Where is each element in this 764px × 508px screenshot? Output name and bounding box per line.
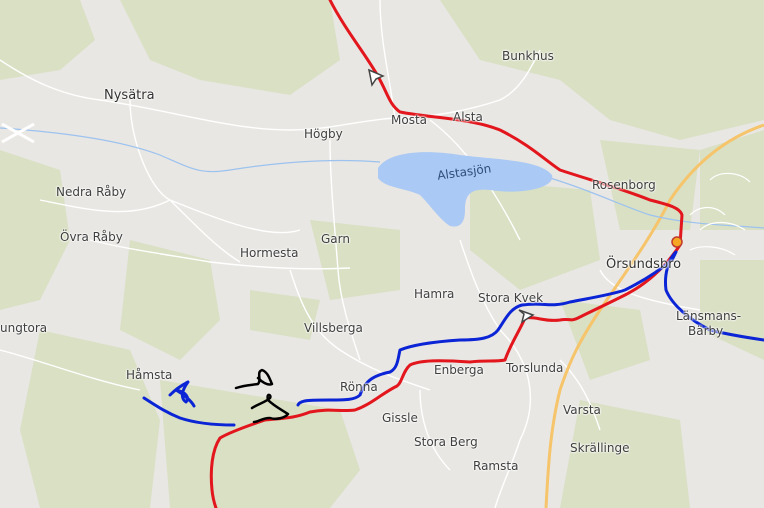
label-skrallinge: Skrällinge xyxy=(570,441,630,455)
label-ramsta: Ramsta xyxy=(473,459,519,473)
label-gissle: Gissle xyxy=(382,411,418,425)
label-hamsta: Håmsta xyxy=(126,368,173,382)
label-stora-kvek: Stora Kvek xyxy=(478,291,544,305)
label-ronna: Rönna xyxy=(340,380,378,394)
label-villsberga: Villsberga xyxy=(304,321,363,335)
label-alsta: Alsta xyxy=(453,110,483,124)
label-varsta: Varsta xyxy=(563,403,601,417)
map-canvas[interactable]: Nysätra Högby Mosta Alsta Bunkhus Alstas… xyxy=(0,0,764,508)
label-hamra: Hamra xyxy=(414,287,455,301)
label-enberga: Enberga xyxy=(434,363,484,377)
label-garn: Garn xyxy=(321,232,350,246)
label-nedra-raby: Nedra Råby xyxy=(56,185,127,199)
label-rosenborg: Rosenborg xyxy=(592,178,656,192)
label-bunkhus: Bunkhus xyxy=(502,49,554,63)
label-nysatra: Nysätra xyxy=(104,88,155,103)
label-mosta: Mosta xyxy=(391,113,428,127)
map-layer xyxy=(0,0,764,508)
town-marker-icon xyxy=(671,236,683,248)
label-barby: Bärby xyxy=(688,324,724,338)
direction-arrow-icon xyxy=(518,309,535,324)
label-torslunda: Torslunda xyxy=(506,361,564,375)
label-lansmans: Länsmans- xyxy=(676,309,742,323)
label-hormesta: Hormesta xyxy=(240,246,299,260)
label-orsundsbro: Örsundsbro xyxy=(606,257,682,272)
label-stora-berg: Stora Berg xyxy=(414,435,478,449)
route-black xyxy=(234,368,274,390)
label-tungtora: ungtora xyxy=(0,321,48,335)
cross-icon xyxy=(1,122,35,144)
label-ovra-raby: Övra Råby xyxy=(60,230,123,244)
label-hogby: Högby xyxy=(304,127,343,141)
